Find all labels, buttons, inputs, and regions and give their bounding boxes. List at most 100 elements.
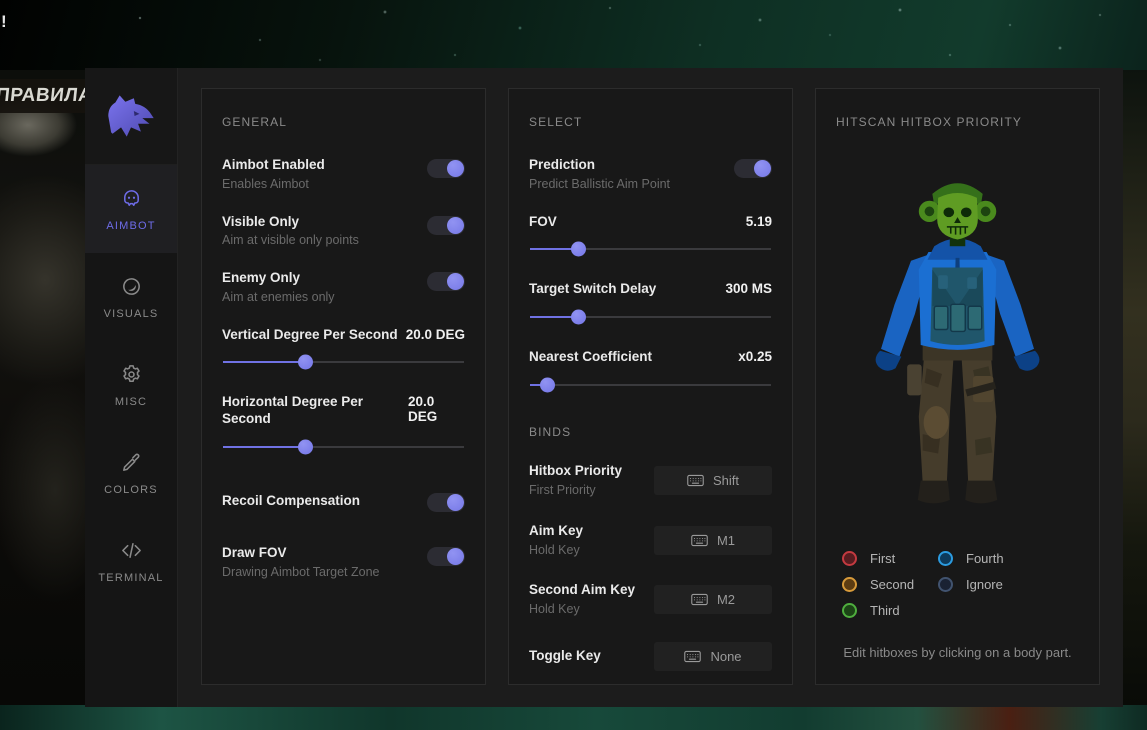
game-background-sky <box>0 0 1147 70</box>
panel-general: GENERAL Aimbot Enabled Enables Aimbot Vi… <box>201 88 486 685</box>
toggle-knob[interactable] <box>754 160 771 177</box>
model-left-boot[interactable] <box>918 481 950 504</box>
toggle-knob[interactable] <box>447 160 464 177</box>
setting-label: FOV <box>529 214 557 231</box>
legend-label: Ignore <box>966 577 1003 592</box>
bind-label: Second Aim Key <box>529 582 635 599</box>
visible-only-toggle[interactable] <box>427 216 465 235</box>
slider-fill <box>223 361 305 363</box>
setting-label: Target Switch Delay <box>529 281 656 298</box>
prediction-toggle[interactable] <box>734 159 772 178</box>
setting-enemy-only: Enemy Only Aim at enemies only <box>222 270 465 306</box>
setting-label: Enemy Only <box>222 270 335 287</box>
hitbox-priority-bind-button[interactable]: Shift <box>654 466 772 495</box>
toggle-key-bind-button[interactable]: None <box>654 642 772 671</box>
setting-target-switch-delay: Target Switch Delay 300 MS <box>529 281 772 318</box>
slider-knob[interactable] <box>571 310 586 325</box>
nearest-coefficient-slider[interactable] <box>530 384 771 386</box>
setting-label: Aimbot Enabled <box>222 157 325 174</box>
model-head[interactable] <box>919 183 996 246</box>
legend-item-fourth: Fourth <box>938 551 1004 566</box>
bind-key-label: M2 <box>717 592 735 607</box>
second-aim-key-bind-button[interactable]: M2 <box>654 585 772 614</box>
sidebar-item-aimbot[interactable]: AIMBOT <box>85 165 177 253</box>
bind-toggle-key: Toggle Key None <box>529 642 772 671</box>
hitbox-model <box>836 161 1079 529</box>
legend-label: Third <box>870 603 900 618</box>
game-background-bottom <box>0 705 1147 730</box>
sidebar-item-label: AIMBOT <box>106 220 155 232</box>
toggle-knob[interactable] <box>447 273 464 290</box>
setting-recoil-compensation: Recoil Compensation <box>222 491 465 512</box>
setting-label: Nearest Coefficient <box>529 349 652 366</box>
target-switch-delay-slider[interactable] <box>530 316 771 318</box>
draw-fov-toggle[interactable] <box>427 547 465 566</box>
game-background-right <box>1121 70 1147 705</box>
setting-value: 20.0 DEG <box>406 327 465 342</box>
setting-visible-only: Visible Only Aim at visible only points <box>222 214 465 250</box>
bind-label: Hitbox Priority <box>529 463 622 480</box>
binds-section-title: BINDS <box>529 425 772 439</box>
code-icon <box>120 539 143 562</box>
setting-sublabel: Predict Ballistic Aim Point <box>529 177 670 193</box>
bind-key-label: None <box>710 649 741 664</box>
game-background-left <box>0 70 88 730</box>
skull-icon <box>120 187 143 210</box>
sidebar-item-misc[interactable]: MISC <box>85 341 177 429</box>
ignore-priority-dot <box>938 577 953 592</box>
sidebar-item-visuals[interactable]: VISUALS <box>85 253 177 341</box>
bind-key-label: M1 <box>717 533 735 548</box>
legend-label: Second <box>870 577 914 592</box>
toggle-knob[interactable] <box>447 548 464 565</box>
enemy-only-toggle[interactable] <box>427 272 465 291</box>
slider-knob[interactable] <box>298 355 313 370</box>
bind-second-aim-key: Second Aim Key Hold Key M2 <box>529 582 772 618</box>
first-priority-dot <box>842 551 857 566</box>
toggle-knob[interactable] <box>447 494 464 511</box>
aim-key-bind-button[interactable]: M1 <box>654 526 772 555</box>
panel-hitbox-priority: HITSCAN HITBOX PRIORITY <box>815 88 1100 685</box>
rules-banner: ПРАВИЛА <box>0 79 89 113</box>
legend-item-second: Second <box>842 577 938 592</box>
recoil-compensation-toggle[interactable] <box>427 493 465 512</box>
bind-sublabel: Hold Key <box>529 543 583 559</box>
hitbox-footer-hint: Edit hitboxes by clicking on a body part… <box>836 645 1079 664</box>
fov-slider[interactable] <box>530 248 771 250</box>
bind-label: Toggle Key <box>529 648 601 665</box>
slider-knob[interactable] <box>571 242 586 257</box>
character-model <box>851 161 1064 529</box>
setting-sublabel: Enables Aimbot <box>222 177 325 193</box>
aimbot-enabled-toggle[interactable] <box>427 159 465 178</box>
setting-value: 20.0 DEG <box>408 394 465 424</box>
slider-knob[interactable] <box>540 378 555 393</box>
vertical-dps-slider[interactable] <box>223 361 464 363</box>
sidebar-item-colors[interactable]: COLORS <box>85 429 177 517</box>
model-right-leg[interactable] <box>961 351 996 483</box>
eyedropper-icon <box>120 451 143 474</box>
sidebar-item-label: COLORS <box>104 484 158 496</box>
content-area: GENERAL Aimbot Enabled Enables Aimbot Vi… <box>178 68 1123 707</box>
slider-fill <box>530 316 578 318</box>
moon-icon <box>120 275 143 298</box>
sidebar-item-terminal[interactable]: TERMINAL <box>85 517 177 605</box>
panel-general-title: GENERAL <box>222 115 465 129</box>
gear-icon <box>120 363 143 386</box>
slider-knob[interactable] <box>298 440 313 455</box>
bind-sublabel: Hold Key <box>529 602 635 618</box>
third-priority-dot <box>842 603 857 618</box>
setting-horizontal-dps: Horizontal Degree Per Second 20.0 DEG <box>222 394 465 448</box>
setting-sublabel: Drawing Aimbot Target Zone <box>222 565 380 581</box>
setting-aimbot-enabled: Aimbot Enabled Enables Aimbot <box>222 157 465 193</box>
slider-fill <box>530 384 547 386</box>
toggle-knob[interactable] <box>447 217 464 234</box>
keyboard-icon <box>691 534 708 547</box>
model-left-leg[interactable] <box>907 351 953 483</box>
keyboard-icon <box>684 650 701 663</box>
setting-label: Recoil Compensation <box>222 493 360 510</box>
setting-fov: FOV 5.19 <box>529 214 772 251</box>
horizontal-dps-slider[interactable] <box>223 446 464 448</box>
model-right-boot[interactable] <box>965 481 997 504</box>
model-torso[interactable] <box>919 238 996 349</box>
legend-item-third: Third <box>842 603 938 618</box>
legend-label: First <box>870 551 895 566</box>
